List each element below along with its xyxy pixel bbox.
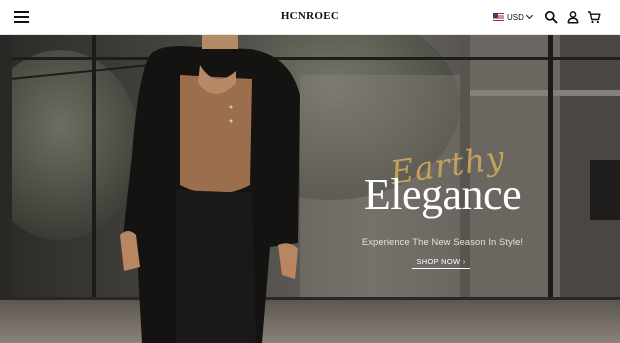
- cart-icon[interactable]: [587, 10, 601, 24]
- currency-selector[interactable]: USD: [493, 10, 533, 24]
- menu-icon[interactable]: [14, 10, 30, 24]
- search-icon[interactable]: [544, 10, 558, 24]
- account-icon[interactable]: [566, 10, 580, 24]
- currency-label: USD: [507, 12, 524, 22]
- hero-subline: Experience The New Season In Style!: [361, 236, 524, 247]
- hero-banner: Earthy Elegance Experience The New Seaso…: [0, 35, 620, 343]
- flag-us-icon: [493, 13, 504, 21]
- hero-headline: Elegance: [363, 170, 522, 219]
- chevron-down-icon: [525, 11, 533, 20]
- shop-now-link[interactable]: SHOP NOW ›: [412, 257, 470, 269]
- site-header: HCNROEC USD: [0, 0, 620, 35]
